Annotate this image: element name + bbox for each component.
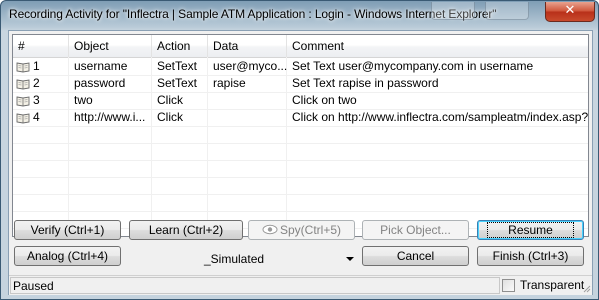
pick-object-button[interactable]: Pick Object... [362, 220, 469, 240]
book-icon [16, 79, 30, 90]
row-number-cell: 4 [13, 109, 69, 126]
window-title: Recording Activity for "Inflectra | Samp… [9, 7, 497, 21]
grid-line [13, 126, 588, 127]
book-icon [16, 62, 30, 73]
column-header-object[interactable]: Object [69, 35, 152, 57]
cancel-button[interactable]: Cancel [362, 246, 469, 266]
chevron-down-icon [346, 257, 354, 261]
object-cell: password [74, 76, 126, 90]
recording-activity-window: Recording Activity for "Inflectra | Samp… [0, 0, 599, 300]
close-icon: ✕ [564, 3, 576, 18]
row-number-cell: 1 [13, 58, 69, 75]
recorded-actions-grid[interactable]: # Object Action Data Comment 1 username … [12, 34, 589, 237]
grid-line [13, 194, 588, 195]
minimize-button[interactable] [431, 2, 475, 20]
comment-cell: Set Text user@mycompany.com in username [292, 59, 534, 73]
data-cell: user@myco... [213, 59, 287, 73]
learn-button[interactable]: Learn (Ctrl+2) [129, 220, 243, 240]
object-cell: two [74, 93, 93, 107]
analog-button[interactable]: Analog (Ctrl+4) [14, 246, 121, 266]
comment-cell: Click on http://www.inflectra.com/sample… [292, 110, 588, 124]
transparent-label: Transparent [520, 278, 585, 292]
object-cell: username [74, 59, 128, 73]
verify-button[interactable]: Verify (Ctrl+1) [14, 220, 121, 240]
book-icon [16, 113, 30, 124]
mode-select[interactable]: _Simulated [204, 249, 356, 269]
table-row[interactable]: 3 two Click Click on two [13, 92, 588, 109]
resume-button[interactable]: Resume [477, 220, 584, 240]
object-cell: http://www.i... [74, 110, 146, 124]
action-cell: Click [157, 93, 183, 107]
column-header-data[interactable]: Data [208, 35, 287, 57]
data-cell [208, 92, 287, 109]
table-row[interactable]: 4 http://www.i... Click Click on http://… [13, 109, 588, 126]
column-header-comment[interactable]: Comment [287, 35, 588, 57]
grid-line [13, 160, 588, 161]
column-header-action[interactable]: Action [152, 35, 208, 57]
maximize-button[interactable] [485, 2, 529, 20]
action-cell: SetText [157, 76, 198, 90]
row-number-cell: 3 [13, 92, 69, 109]
grid-header: # Object Action Data Comment [13, 35, 588, 58]
finish-button[interactable]: Finish (Ctrl+3) [477, 246, 584, 266]
close-button[interactable]: ✕ [545, 2, 595, 22]
table-row[interactable]: 2 password SetText rapise Set Text rapis… [13, 75, 588, 92]
status-text: Paused [10, 277, 500, 294]
eye-icon [262, 224, 278, 235]
data-cell [208, 109, 287, 126]
mode-select-value: _Simulated [204, 252, 265, 266]
column-header-number[interactable]: # [13, 35, 69, 57]
comment-cell: Click on two [292, 93, 357, 107]
transparent-checkbox[interactable]: Transparent [502, 278, 584, 293]
title-bar[interactable]: Recording Activity for "Inflectra | Samp… [1, 1, 598, 29]
table-row[interactable]: 1 username SetText user@myco... Set Text… [13, 58, 588, 75]
dialog-client-area: # Object Action Data Comment 1 username … [8, 30, 593, 295]
grid-line [13, 211, 588, 212]
grid-line [13, 177, 588, 178]
row-number-cell: 2 [13, 75, 69, 92]
data-cell: rapise [213, 76, 246, 90]
spy-button[interactable]: Spy(Ctrl+5) [248, 220, 355, 240]
checkbox-box [502, 279, 515, 292]
comment-cell: Set Text rapise in password [292, 76, 439, 90]
grid-line [13, 143, 588, 144]
book-icon [16, 96, 30, 107]
resize-grip-icon[interactable] [581, 283, 591, 293]
action-cell: SetText [157, 59, 198, 73]
action-cell: Click [157, 110, 183, 124]
